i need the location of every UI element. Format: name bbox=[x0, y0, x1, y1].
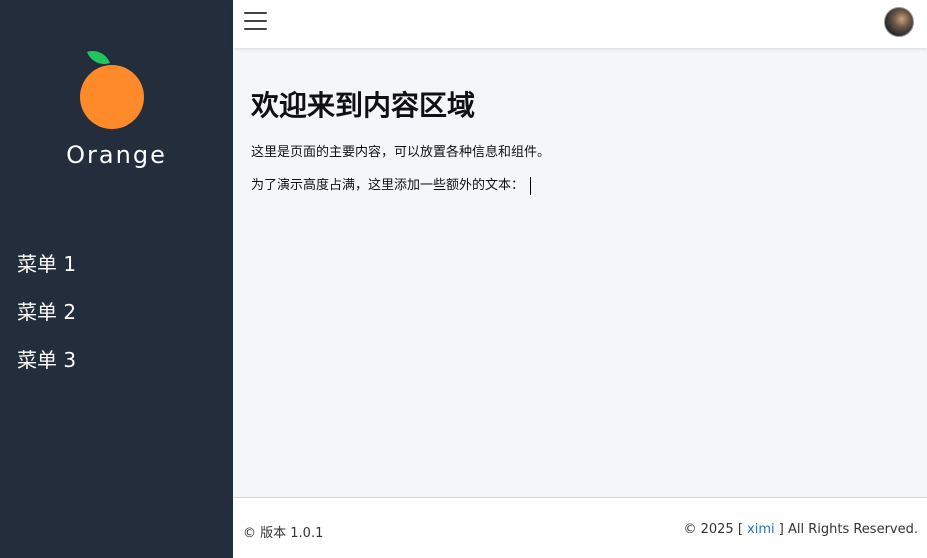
sidebar-item-menu-3[interactable]: 菜单 3 bbox=[17, 345, 76, 393]
footer: © 版本 1.0.1 © 2025 [ ximi ] All Rights Re… bbox=[233, 497, 927, 558]
version-text: © 版本 1.0.1 bbox=[243, 526, 324, 541]
brand-name: Orange bbox=[66, 141, 167, 169]
sidebar-item-menu-1[interactable]: 菜单 1 bbox=[17, 249, 76, 297]
text-cursor bbox=[530, 176, 532, 195]
top-header bbox=[233, 0, 927, 48]
avatar[interactable] bbox=[884, 7, 914, 37]
copyright-text: © 2025 [ ximi ] All Rights Reserved. bbox=[683, 522, 918, 537]
author-link[interactable]: ximi bbox=[747, 522, 775, 537]
copyright-prefix: © 2025 [ bbox=[683, 522, 743, 537]
sidebar-item-menu-2[interactable]: 菜单 2 bbox=[17, 297, 76, 345]
page-title: 欢迎来到内容区域 bbox=[251, 89, 476, 122]
sidebar: Orange 菜单 1 菜单 2 菜单 3 bbox=[0, 0, 233, 558]
content-paragraph-2-text: 为了演示高度占满，这里添加一些额外的文本： bbox=[251, 178, 525, 193]
main-content: 欢迎来到内容区域 这里是页面的主要内容，可以放置各种信息和组件。 为了演示高度占… bbox=[251, 86, 901, 196]
orange-logo-icon bbox=[80, 51, 144, 129]
copyright-suffix: ] All Rights Reserved. bbox=[778, 522, 918, 537]
content-paragraph-2: 为了演示高度占满，这里添加一些额外的文本： bbox=[251, 176, 901, 196]
hamburger-icon[interactable] bbox=[244, 12, 267, 32]
sidebar-menu: 菜单 1 菜单 2 菜单 3 bbox=[17, 249, 76, 393]
content-paragraph-1: 这里是页面的主要内容，可以放置各种信息和组件。 bbox=[251, 145, 551, 160]
